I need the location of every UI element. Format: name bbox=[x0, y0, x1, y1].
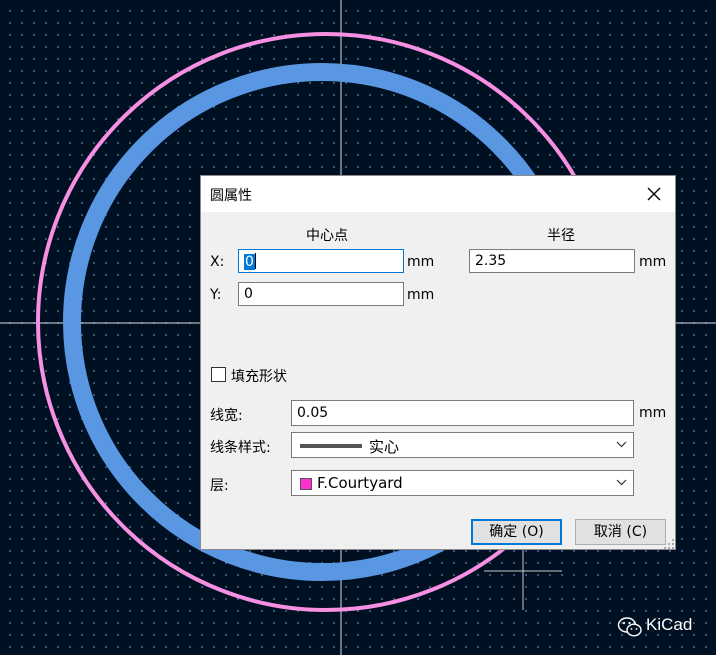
center-x-value: 0 bbox=[244, 254, 255, 270]
fill-shape-label: 填充形状 bbox=[231, 369, 287, 385]
resize-grip-icon[interactable] bbox=[663, 538, 675, 550]
layer-value: F.Courtyard bbox=[317, 474, 403, 492]
close-button[interactable] bbox=[637, 179, 671, 209]
x-unit: mm bbox=[407, 254, 435, 270]
watermark-text: KiCad bbox=[646, 615, 693, 634]
line-width-value: 0.05 bbox=[297, 405, 329, 421]
line-width-input[interactable]: 0.05 bbox=[291, 400, 634, 426]
center-x-input[interactable]: 0 bbox=[238, 249, 404, 273]
center-y-value: 0 bbox=[244, 286, 253, 302]
solid-line-icon bbox=[300, 444, 362, 448]
chevron-down-icon bbox=[616, 479, 627, 486]
line-width-unit: mm bbox=[639, 405, 667, 421]
line-style-select[interactable]: 实心 bbox=[291, 432, 634, 458]
fill-shape-checkbox[interactable] bbox=[211, 367, 226, 382]
dialog-title: 圆属性 bbox=[210, 188, 252, 204]
dialog-titlebar: 圆属性 bbox=[201, 176, 675, 212]
cancel-button[interactable]: 取消 (C) bbox=[575, 519, 666, 545]
center-header: 中心点 bbox=[306, 228, 348, 244]
radius-header: 半径 bbox=[547, 228, 575, 244]
layer-color-swatch bbox=[300, 478, 312, 490]
line-width-label: 线宽: bbox=[210, 408, 243, 424]
line-style-label: 线条样式: bbox=[210, 440, 271, 456]
y-unit: mm bbox=[407, 287, 435, 303]
text-caret bbox=[254, 253, 256, 269]
ok-button[interactable]: 确定 (O) bbox=[471, 519, 562, 545]
x-label: X: bbox=[210, 254, 225, 270]
layer-label: 层: bbox=[210, 478, 229, 494]
layer-select[interactable]: F.Courtyard bbox=[291, 470, 634, 496]
radius-value: 2.35 bbox=[475, 253, 507, 269]
center-y-input[interactable]: 0 bbox=[238, 282, 404, 306]
chevron-down-icon bbox=[616, 441, 627, 448]
y-label: Y: bbox=[210, 287, 222, 303]
radius-unit: mm bbox=[639, 254, 667, 270]
radius-input[interactable]: 2.35 bbox=[469, 249, 635, 273]
line-style-value: 实心 bbox=[369, 438, 400, 456]
close-icon bbox=[647, 187, 661, 201]
circle-properties-dialog: 圆属性 中心点 半径 X: 0 mm 2.35 mm Y: 0 mm 填充形状 … bbox=[200, 175, 676, 550]
wechat-icon bbox=[617, 617, 642, 637]
